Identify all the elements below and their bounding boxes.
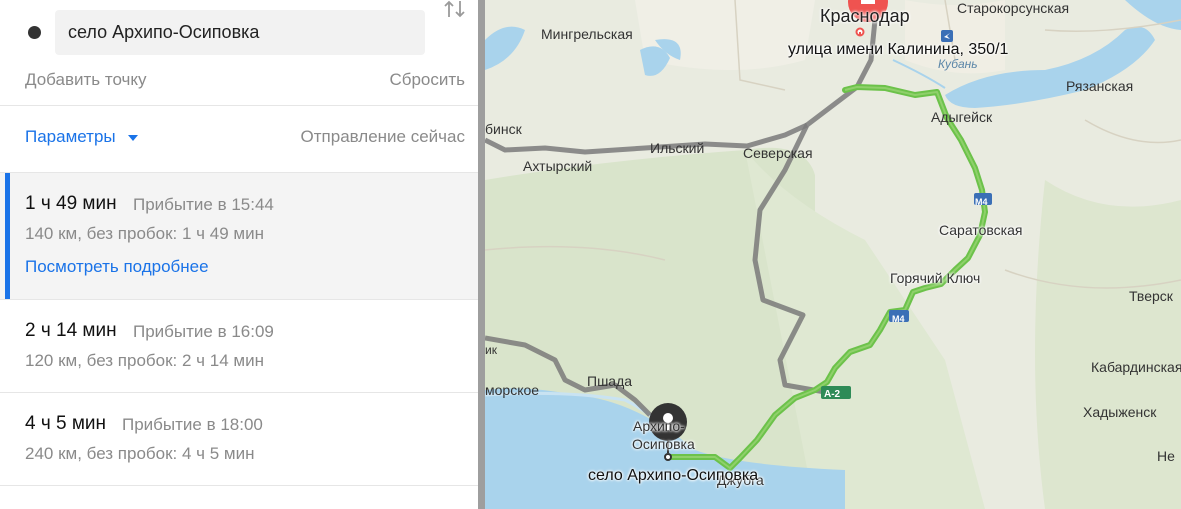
highway-label: М4 [975, 197, 988, 207]
swap-icon[interactable] [444, 0, 466, 18]
start-label: улица имени Калинина, 350/1 [788, 41, 1009, 58]
panel-scrollbar[interactable] [478, 0, 485, 509]
end-point-dot [664, 453, 672, 461]
waypoint-actions: Добавить точку Сбросить [0, 64, 478, 104]
place-label: Рязанская [1066, 78, 1134, 94]
parameters-button[interactable]: Параметры [25, 127, 116, 147]
route-option-1[interactable]: 1 ч 49 мин Прибытие в 15:44 140 км, без … [0, 173, 478, 299]
route-arrival: Прибытие в 15:44 [133, 195, 274, 214]
route-duration: 4 ч 5 мин [25, 413, 107, 434]
route-distance: 240 км, без пробок: 4 ч 5 мин [25, 444, 255, 463]
place-label: Адыгейск [931, 109, 993, 125]
place-label: ик [485, 343, 497, 357]
place-label: Не [1157, 448, 1175, 464]
divider [0, 485, 478, 486]
highway-label: А-2 [824, 389, 841, 400]
place-label: Архипо- [633, 418, 685, 434]
route-duration: 2 ч 14 мин [25, 320, 117, 341]
waypoint-input[interactable]: село Архипо-Осиповка [55, 10, 425, 55]
place-label: бинск [485, 121, 522, 137]
place-label: Краснодар [820, 6, 910, 26]
route-option-3[interactable]: 4 ч 5 мин Прибытие в 18:00 240 км, без п… [0, 393, 478, 485]
route-distance: 140 км, без пробок: 1 ч 49 мин [25, 224, 264, 243]
place-label: Старокорсунская [957, 0, 1070, 16]
highway-label: М4 [892, 314, 905, 324]
selected-route-indicator [5, 173, 10, 299]
route-option-2[interactable]: 2 ч 14 мин Прибытие в 16:09 120 км, без … [0, 300, 478, 392]
route-distance: 120 км, без пробок: 2 ч 14 мин [25, 351, 264, 370]
end-label: село Архипо-Осиповка [588, 467, 759, 484]
route-duration: 1 ч 49 мин [25, 193, 117, 214]
waypoint-dot-icon [28, 26, 41, 39]
home-icon [861, 0, 875, 4]
place-label: Пшада [587, 373, 633, 389]
route-arrival: Прибытие в 16:09 [133, 322, 274, 341]
route-panel: село Архипо-Осиповка Добавить точку Сбро… [0, 0, 478, 509]
route-details-link[interactable]: Посмотреть подробнее [25, 257, 209, 277]
map-canvas [485, 0, 1181, 509]
place-label: Мингрельская [541, 26, 633, 42]
place-label: Саратовская [939, 222, 1023, 238]
add-point-button[interactable]: Добавить точку [25, 70, 147, 90]
place-label: Горячий Ключ [890, 270, 981, 286]
place-label: морское [485, 382, 540, 398]
place-label: Северская [743, 145, 813, 161]
place-label: Хадыженск [1083, 404, 1157, 420]
map-view[interactable]: Краснодар Старокорсунская Мингрельская К… [485, 0, 1181, 509]
parameters-row: Параметры Отправление сейчас [0, 106, 478, 170]
route-arrival: Прибытие в 18:00 [122, 415, 263, 434]
place-label: Ильский [650, 140, 705, 156]
place-label: Ахтырский [523, 158, 593, 174]
departure-time-button[interactable]: Отправление сейчас [301, 127, 465, 147]
place-label: Кабардинская [1091, 359, 1181, 375]
place-label: Тверск [1129, 288, 1173, 304]
chevron-down-icon[interactable] [128, 135, 138, 141]
river-label: Кубань [938, 57, 978, 71]
reset-button[interactable]: Сбросить [389, 70, 465, 90]
place-label: Осиповка [632, 436, 695, 452]
waypoint-row: село Архипо-Осиповка [0, 0, 478, 64]
